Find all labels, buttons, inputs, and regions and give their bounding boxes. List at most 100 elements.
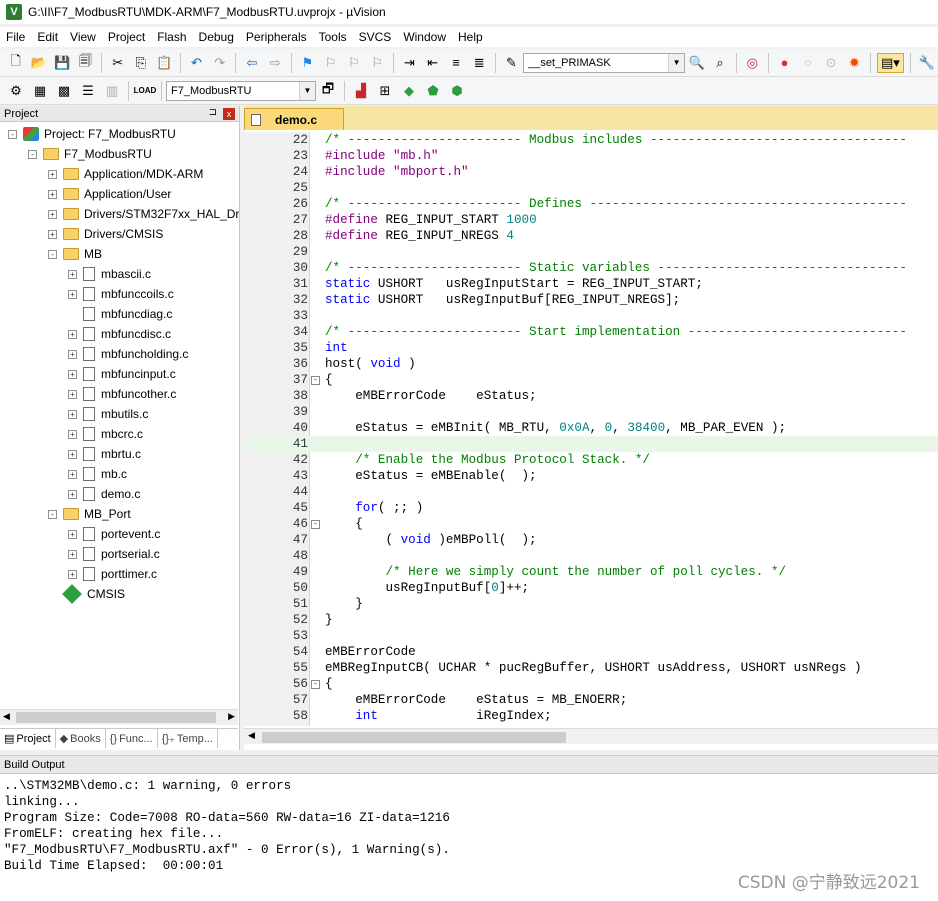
tree-item[interactable]: + portevent.c (68, 524, 160, 544)
stop-build-icon[interactable]: ▥ (102, 81, 122, 101)
menu-peripherals[interactable]: Peripherals (240, 30, 313, 44)
tree-item[interactable]: + mb.c (68, 464, 127, 484)
expand-icon[interactable]: + (68, 389, 77, 399)
tree-item[interactable]: + mbcrc.c (68, 424, 143, 444)
tree-item[interactable]: - MB (48, 244, 102, 264)
code-line[interactable]: 31 static USHORT usRegInputStart = REG_IN… (244, 276, 938, 292)
code-line[interactable]: 46- { (244, 516, 938, 532)
editor-horizontal-scrollbar[interactable]: ◀ (244, 728, 938, 744)
expand-icon[interactable]: + (68, 569, 77, 579)
expand-icon[interactable]: + (68, 369, 77, 379)
collapse-icon[interactable]: - (48, 509, 57, 519)
code-line[interactable]: 33 (244, 308, 938, 324)
code-line[interactable]: 44 (244, 484, 938, 500)
chevron-down-icon[interactable]: ▼ (299, 81, 315, 100)
code-area[interactable]: 22 /* ----------------------- Modbus incl… (244, 132, 938, 726)
tree-item[interactable]: + mbascii.c (68, 264, 151, 284)
tree-item[interactable]: - F7_ModbusRTU (28, 144, 152, 164)
code-line[interactable]: 41 (244, 436, 938, 452)
file-extensions-icon[interactable]: ⊞ (375, 81, 395, 101)
expand-icon[interactable]: + (68, 349, 77, 359)
code-line[interactable]: 29 (244, 244, 938, 260)
tab-demo-c[interactable]: demo.c (244, 108, 344, 130)
scrollbar-thumb[interactable] (262, 732, 566, 743)
menu-project[interactable]: Project (102, 30, 151, 44)
code-line[interactable]: 43 eStatus = eMBEnable( ); (244, 468, 938, 484)
paste-icon[interactable]: 📋 (155, 53, 174, 73)
unindent-icon[interactable]: ⇤ (423, 53, 442, 73)
code-line[interactable]: 35 int (244, 340, 938, 356)
code-line[interactable]: 34 /* ----------------------- Start imple… (244, 324, 938, 340)
expand-icon[interactable]: + (68, 549, 77, 559)
code-line[interactable]: 36 host( void ) (244, 356, 938, 372)
project-horizontal-scrollbar[interactable]: ◀ ▶ (0, 709, 238, 725)
save-all-icon[interactable]: 🗐 (76, 53, 95, 73)
tree-item[interactable]: + mbfuncholding.c (68, 344, 188, 364)
expand-icon[interactable]: + (68, 449, 77, 459)
disable-all-breakpoints-icon[interactable]: ⊙ (821, 53, 840, 73)
tree-item[interactable]: + portserial.c (68, 544, 160, 564)
code-line[interactable]: 45 for( ;; ) (244, 500, 938, 516)
copy-icon[interactable]: ⎘ (131, 53, 150, 73)
rebuild-icon[interactable]: ▩ (54, 81, 74, 101)
tab-func[interactable]: {} Func... (106, 729, 158, 748)
insert-breakpoint-icon[interactable]: ● (775, 53, 794, 73)
incremental-find-icon[interactable]: ⌕ (710, 53, 729, 73)
target-options-icon[interactable]: 🗗 (318, 81, 338, 101)
tree-item[interactable]: + mbfuncinput.c (68, 364, 176, 384)
open-folder-icon[interactable]: 📂 (29, 53, 48, 73)
expand-icon[interactable]: + (68, 289, 77, 299)
translate-icon[interactable]: ⚙ (6, 81, 26, 101)
expand-icon[interactable]: + (68, 269, 77, 279)
tree-item[interactable]: + mbfuncdisc.c (68, 324, 171, 344)
menu-svcs[interactable]: SVCS (353, 30, 398, 44)
menu-view[interactable]: View (64, 30, 102, 44)
kill-all-breakpoints-icon[interactable]: ✹ (845, 53, 864, 73)
undo-icon[interactable]: ↶ (187, 53, 206, 73)
code-line[interactable]: 38 eMBErrorCode eStatus; (244, 388, 938, 404)
chevron-down-icon[interactable]: ▼ (668, 53, 685, 72)
indent-icon[interactable]: ⇥ (400, 53, 419, 73)
tab-project[interactable]: ▤ Project (0, 729, 56, 748)
enable-breakpoint-icon[interactable]: ○ (798, 53, 817, 73)
find-combo[interactable]: __set_PRIMASK ▼ (523, 52, 686, 73)
code-line[interactable]: 42 /* Enable the Modbus Protocol Stack. … (244, 452, 938, 468)
tab-books[interactable]: ◆ Books (56, 729, 106, 748)
tree-item[interactable]: - Project: F7_ModbusRTU (8, 124, 176, 144)
redo-icon[interactable]: ↷ (210, 53, 229, 73)
prev-bookmark-icon[interactable]: ⚐ (321, 53, 340, 73)
clear-bookmarks-icon[interactable]: ⚐ (368, 53, 387, 73)
scroll-left-icon[interactable]: ◀ (3, 711, 10, 722)
tree-item[interactable]: + mbrtu.c (68, 444, 141, 464)
next-bookmark-icon[interactable]: ⚐ (344, 53, 363, 73)
close-icon[interactable]: x (223, 108, 235, 120)
navigate-back-icon[interactable]: ⇦ (242, 53, 261, 73)
code-line[interactable]: 57 eMBErrorCode eStatus = MB_ENOERR; (244, 692, 938, 708)
tree-item[interactable]: CMSIS (48, 584, 125, 604)
tree-item[interactable]: + porttimer.c (68, 564, 157, 584)
tree-item[interactable]: + demo.c (68, 484, 140, 504)
code-line[interactable]: 26 /* ----------------------- Defines ---… (244, 196, 938, 212)
menu-window[interactable]: Window (397, 30, 452, 44)
code-line[interactable]: 54 eMBErrorCode (244, 644, 938, 660)
expand-icon[interactable]: + (68, 489, 77, 499)
menu-file[interactable]: File (0, 30, 31, 44)
manage-rte-icon[interactable]: ◆ (399, 81, 419, 101)
expand-icon[interactable]: + (48, 189, 57, 199)
target-combo[interactable]: F7_ModbusRTU ▼ (166, 80, 316, 101)
fold-collapse-icon[interactable]: - (311, 520, 320, 529)
code-line[interactable]: 24 #include "mbport.h" (244, 164, 938, 180)
menu-flash[interactable]: Flash (151, 30, 192, 44)
pin-icon[interactable]: ⊐ (209, 107, 217, 118)
tree-item[interactable]: + mbfunccoils.c (68, 284, 174, 304)
configure-icon[interactable]: 🔧 (917, 53, 936, 73)
code-line[interactable]: 49 /* Here we simply count the number of… (244, 564, 938, 580)
expand-icon[interactable]: + (68, 329, 77, 339)
fold-collapse-icon[interactable]: - (311, 376, 320, 385)
code-line[interactable]: 48 (244, 548, 938, 564)
find-in-files-icon[interactable]: ✎ (502, 53, 521, 73)
cut-icon[interactable]: ✂ (108, 53, 127, 73)
pack-installer-icon[interactable]: ⬢ (447, 81, 467, 101)
code-line[interactable]: 47 ( void )eMBPoll( ); (244, 532, 938, 548)
code-line[interactable]: 52} (244, 612, 938, 628)
